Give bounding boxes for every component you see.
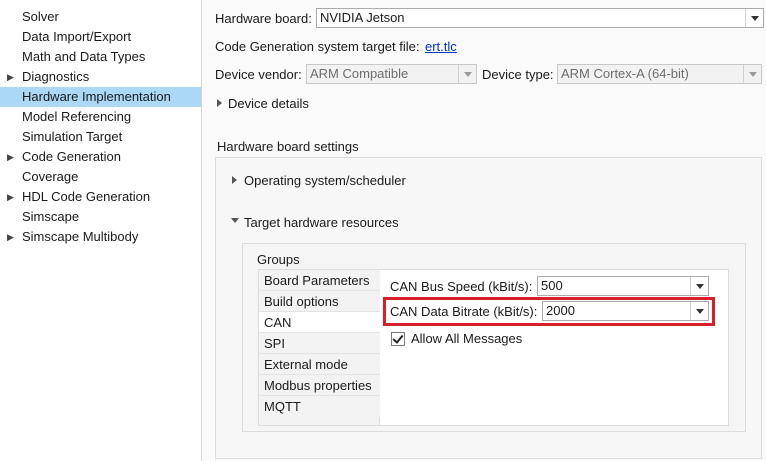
target-file-label: Code Generation system target file: [215, 39, 420, 54]
board-settings-panel: Operating system/scheduler Target hardwa… [215, 157, 762, 459]
device-details-label: Device details [228, 96, 309, 111]
tree-item-label: Data Import/Export [22, 29, 132, 44]
tree-item-diagnostics[interactable]: ▶ Diagnostics [0, 67, 201, 87]
tree-item-label: Diagnostics [22, 69, 90, 84]
tree-item-label: HDL Code Generation [22, 189, 151, 204]
tree-item-simscape-multibody[interactable]: ▶ Simscape Multibody [0, 227, 201, 247]
chevron-down-icon [458, 65, 476, 83]
group-tab-list: Board Parameters Build options CAN SPI E… [259, 270, 380, 425]
tree-item-model-referencing[interactable]: Model Referencing [0, 107, 201, 127]
can-data-bitrate-value: 2000 [546, 303, 575, 318]
can-bus-speed-value: 500 [541, 278, 563, 293]
allow-all-messages-label: Allow All Messages [411, 331, 523, 346]
tree-item-math-and-data-types[interactable]: Math and Data Types [0, 47, 201, 67]
groups-container: Board Parameters Build options CAN SPI E… [258, 269, 729, 426]
device-vendor-label: Device vendor: [215, 67, 302, 82]
target-resources-label: Target hardware resources [244, 215, 399, 230]
tree-item-label: Simulation Target [22, 129, 123, 144]
tree-item-hardware-implementation[interactable]: Hardware Implementation [0, 87, 201, 107]
expand-arrow-icon[interactable] [217, 99, 222, 107]
can-settings-area: CAN Bus Speed (kBit/s): 500 CAN Data Bit… [380, 270, 728, 425]
hardware-board-value: NVIDIA Jetson [320, 10, 405, 25]
tree-item-coverage[interactable]: Coverage [0, 167, 201, 187]
board-settings-heading: Hardware board settings [217, 139, 359, 154]
hardware-board-label: Hardware board: [215, 11, 312, 26]
can-data-bitrate-label: CAN Data Bitrate (kBit/s): [390, 304, 538, 319]
expand-arrow-icon[interactable]: ▶ [7, 187, 17, 207]
tree-item-code-generation[interactable]: ▶ Code Generation [0, 147, 201, 167]
expand-arrow-icon[interactable]: ▶ [7, 147, 17, 167]
chevron-down-icon[interactable] [690, 277, 708, 295]
can-data-bitrate-dropdown[interactable]: 2000 [542, 301, 709, 321]
chevron-down-icon[interactable] [690, 302, 708, 320]
tree-item-label: Coverage [22, 169, 79, 184]
tree-item-simulation-target[interactable]: Simulation Target [0, 127, 201, 147]
can-bus-speed-label: CAN Bus Speed (kBit/s): [390, 279, 533, 294]
groups-label: Groups [257, 252, 300, 267]
group-tab-modbus-properties[interactable]: Modbus properties [259, 375, 380, 396]
tree-item-label: Math and Data Types [22, 49, 146, 64]
groups-panel: Groups Board Parameters Build options CA… [242, 243, 746, 432]
expand-arrow-icon[interactable] [232, 176, 237, 184]
tree-item-data-import-export[interactable]: Data Import/Export [0, 27, 201, 47]
tree-item-solver[interactable]: Solver [0, 7, 201, 27]
chevron-down-icon[interactable] [745, 9, 763, 27]
target-file-link[interactable]: ert.tlc [425, 39, 457, 54]
group-tab-board-parameters[interactable]: Board Parameters [259, 270, 380, 291]
device-type-value: ARM Cortex-A (64-bit) [561, 66, 689, 81]
group-tab-mqtt[interactable]: MQTT [259, 396, 380, 417]
tree-item-hdl-code-generation[interactable]: ▶ HDL Code Generation [0, 187, 201, 207]
tree-item-label: Simscape Multibody [22, 229, 139, 244]
expand-arrow-icon[interactable]: ▶ [7, 67, 17, 87]
can-bus-speed-dropdown[interactable]: 500 [537, 276, 709, 296]
allow-all-messages-checkbox[interactable] [391, 332, 405, 346]
chevron-down-icon [743, 65, 761, 83]
device-type-dropdown: ARM Cortex-A (64-bit) [557, 64, 762, 84]
hardware-implementation-pane: Hardware board: NVIDIA Jetson Code Gener… [203, 0, 766, 461]
tree-item-label: Code Generation [22, 149, 122, 164]
tree-item-label: Model Referencing [22, 109, 132, 124]
os-scheduler-label: Operating system/scheduler [244, 173, 406, 188]
group-tab-can[interactable]: CAN [259, 312, 380, 333]
device-type-label: Device type: [482, 67, 554, 82]
collapse-arrow-icon[interactable] [231, 218, 239, 223]
group-tab-spi[interactable]: SPI [259, 333, 380, 354]
hardware-board-dropdown[interactable]: NVIDIA Jetson [316, 8, 764, 28]
tree-item-label: Hardware Implementation [22, 89, 171, 104]
settings-tree: Solver Data Import/Export Math and Data … [0, 0, 202, 461]
tree-item-label: Solver [22, 9, 59, 24]
tree-item-simscape[interactable]: Simscape [0, 207, 201, 227]
device-vendor-value: ARM Compatible [310, 66, 409, 81]
group-tab-external-mode[interactable]: External mode [259, 354, 380, 375]
tree-item-label: Simscape [22, 209, 80, 224]
group-tab-build-options[interactable]: Build options [259, 291, 380, 312]
device-vendor-dropdown: ARM Compatible [306, 64, 477, 84]
expand-arrow-icon[interactable]: ▶ [7, 227, 17, 247]
